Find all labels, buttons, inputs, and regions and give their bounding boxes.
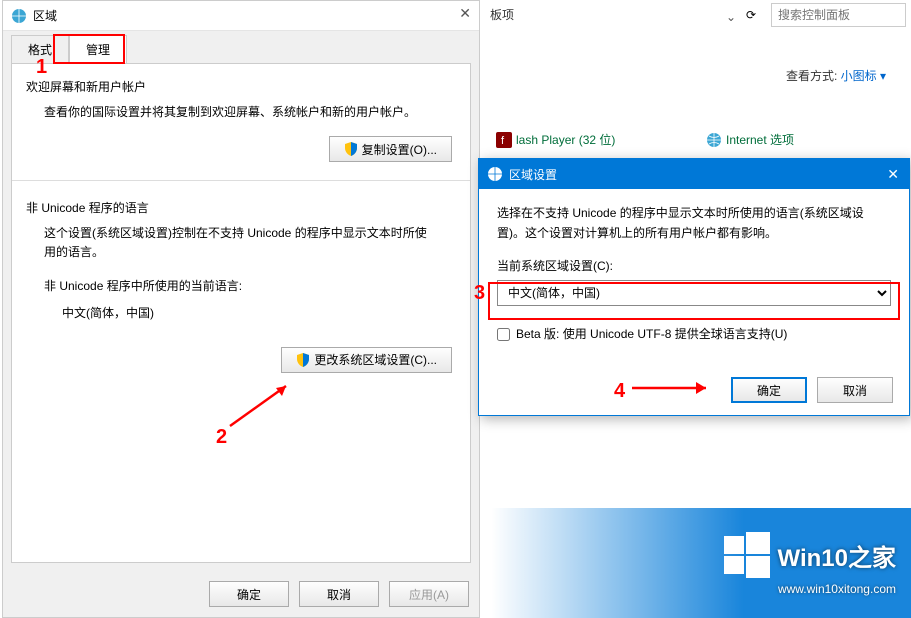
region-dialog: 区域 ✕ 格式 管理 欢迎屏幕和新用户帐户 查看你的国际设置并将其复制到欢迎屏幕…	[2, 0, 480, 618]
globe-icon	[11, 8, 27, 24]
region-settings-titlebar: 区域设置 ✕	[479, 159, 909, 189]
watermark-brand: Win10之家	[778, 538, 896, 573]
cancel-button[interactable]: 取消	[817, 377, 893, 403]
tab-admin[interactable]: 管理	[69, 35, 127, 63]
view-by-value[interactable]: 小图标 ▾	[841, 69, 886, 83]
beta-utf8-checkbox[interactable]	[497, 328, 510, 341]
beta-utf8-label: Beta 版: 使用 Unicode UTF-8 提供全球语言支持(U)	[516, 324, 787, 344]
region-dialog-footer: 确定 取消 应用(A)	[3, 581, 469, 607]
region-settings-body: 选择在不支持 Unicode 的程序中显示文本时所使用的语言(系统区域设置)。这…	[479, 189, 909, 359]
tab-format[interactable]: 格式	[11, 35, 69, 63]
breadcrumb-dropdown-icon[interactable]: ⌄	[726, 10, 736, 24]
flash-icon: f	[496, 132, 512, 148]
watermark: Win10之家	[724, 532, 896, 578]
watermark-url: www.win10xitong.com	[778, 582, 896, 596]
globe-icon	[706, 132, 722, 148]
cp-item-label: Internet 选项	[726, 131, 794, 148]
beta-utf8-row[interactable]: Beta 版: 使用 Unicode UTF-8 提供全球语言支持(U)	[497, 324, 891, 344]
globe-icon	[487, 166, 503, 182]
locale-select[interactable]: 中文(简体，中国)	[497, 280, 891, 306]
region-settings-desc: 选择在不支持 Unicode 的程序中显示文本时所使用的语言(系统区域设置)。这…	[497, 203, 891, 244]
ok-button[interactable]: 确定	[731, 377, 807, 403]
region-dialog-titlebar: 区域 ✕	[3, 1, 479, 31]
region-settings-footer: 确定 取消	[731, 377, 893, 403]
region-settings-dialog: 区域设置 ✕ 选择在不支持 Unicode 的程序中显示文本时所使用的语言(系统…	[478, 158, 910, 416]
ok-button[interactable]: 确定	[209, 581, 289, 607]
welcome-title: 欢迎屏幕和新用户帐户	[26, 78, 456, 95]
change-system-locale-button[interactable]: 更改系统区域设置(C)...	[281, 347, 452, 373]
current-locale-label: 当前系统区域设置(C):	[497, 256, 891, 276]
welcome-desc: 查看你的国际设置并将其复制到欢迎屏幕、系统帐户和新的用户帐户。	[44, 103, 438, 122]
close-icon[interactable]: ✕	[459, 5, 471, 22]
tabs: 格式 管理	[11, 35, 471, 63]
cancel-button[interactable]: 取消	[299, 581, 379, 607]
view-by-label: 查看方式:	[786, 69, 837, 83]
nonunicode-desc: 这个设置(系统区域设置)控制在不支持 Unicode 的程序中显示文本时所使用的…	[44, 224, 438, 262]
current-language-label: 非 Unicode 程序中所使用的当前语言:	[44, 277, 438, 294]
dialog-title: 区域设置	[509, 166, 557, 183]
shield-icon	[344, 142, 358, 156]
welcome-group: 欢迎屏幕和新用户帐户 查看你的国际设置并将其复制到欢迎屏幕、系统帐户和新的用户帐…	[26, 78, 456, 162]
shield-icon	[296, 353, 310, 367]
windows-logo-icon	[724, 532, 770, 578]
cp-item-label: lash Player (32 位)	[516, 131, 615, 148]
button-label: 复制设置(O)...	[362, 141, 437, 158]
dialog-title: 区域	[33, 7, 57, 24]
breadcrumb[interactable]: 板项	[490, 6, 514, 23]
button-label: 更改系统区域设置(C)...	[314, 351, 437, 368]
divider	[12, 180, 470, 181]
cp-item-flash[interactable]: f lash Player (32 位)	[496, 131, 615, 148]
copy-settings-button[interactable]: 复制设置(O)...	[329, 136, 452, 162]
region-dialog-body: 欢迎屏幕和新用户帐户 查看你的国际设置并将其复制到欢迎屏幕、系统帐户和新的用户帐…	[11, 63, 471, 563]
refresh-icon[interactable]: ⟳	[746, 8, 756, 22]
cp-item-internet[interactable]: Internet 选项	[706, 131, 794, 148]
nonunicode-title: 非 Unicode 程序的语言	[26, 199, 456, 216]
close-icon[interactable]: ✕	[887, 166, 899, 183]
nonunicode-group: 非 Unicode 程序的语言 这个设置(系统区域设置)控制在不支持 Unico…	[26, 199, 456, 372]
apply-button[interactable]: 应用(A)	[389, 581, 469, 607]
search-input[interactable]	[771, 3, 906, 27]
current-language-value: 中文(简体，中国)	[62, 304, 438, 321]
view-by: 查看方式: 小图标 ▾	[786, 67, 886, 84]
